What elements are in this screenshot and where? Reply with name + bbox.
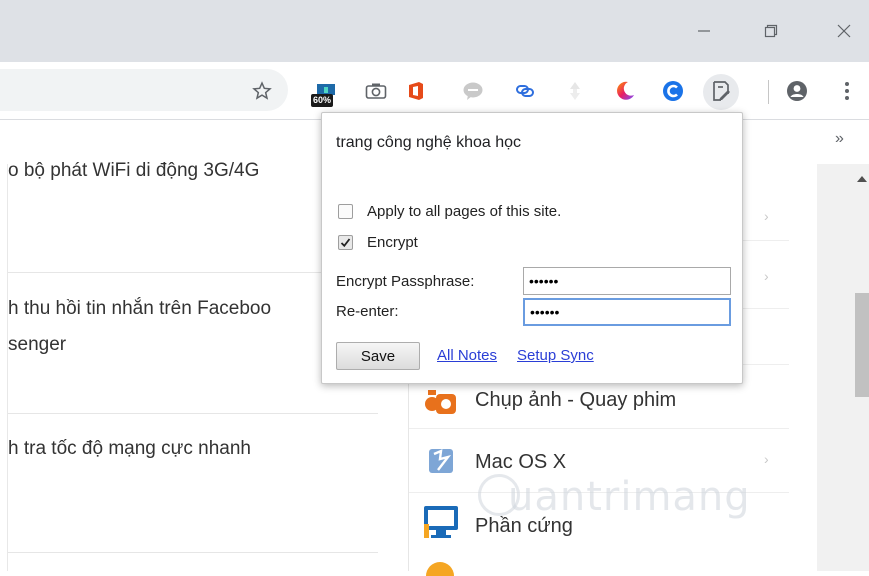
mac-os-icon bbox=[426, 446, 456, 481]
arrow-extension-button[interactable] bbox=[560, 76, 590, 106]
divider bbox=[409, 428, 789, 429]
chat-extension-button[interactable] bbox=[458, 76, 488, 106]
arrow-ext-icon bbox=[570, 82, 580, 100]
divider bbox=[8, 552, 378, 553]
save-button[interactable]: Save bbox=[336, 342, 420, 370]
category-item[interactable]: Mac OS X bbox=[475, 451, 566, 474]
close-button[interactable] bbox=[824, 14, 864, 48]
chevron-right-icon: › bbox=[764, 451, 769, 467]
chrome-menu-button[interactable] bbox=[832, 76, 862, 106]
title-bar bbox=[0, 0, 869, 62]
scroll-up-arrow[interactable] bbox=[857, 176, 867, 182]
divider bbox=[8, 413, 378, 414]
chevron-right-icon: › bbox=[764, 268, 769, 284]
notes-ext-icon bbox=[713, 81, 730, 101]
apply-all-label: Apply to all pages of this site. bbox=[367, 203, 562, 220]
camera-icon bbox=[365, 83, 387, 99]
c-ext-icon bbox=[663, 81, 683, 101]
c-extension-button[interactable] bbox=[658, 76, 688, 106]
article-link[interactable]: h tra tốc độ mạng cực nhanh bbox=[8, 438, 251, 460]
passphrase-label: Encrypt Passphrase: bbox=[336, 273, 475, 290]
apply-all-checkbox[interactable] bbox=[338, 204, 353, 219]
screenshot-extension-button[interactable] bbox=[361, 76, 391, 106]
reenter-label: Re-enter: bbox=[336, 303, 399, 320]
all-notes-link[interactable]: All Notes bbox=[437, 347, 497, 364]
checkmark-icon bbox=[340, 238, 351, 248]
account-icon bbox=[787, 81, 807, 101]
setup-sync-link[interactable]: Setup Sync bbox=[517, 347, 594, 364]
category-item[interactable]: Chụp ảnh - Quay phim bbox=[475, 389, 676, 412]
encrypt-checkbox[interactable] bbox=[338, 235, 353, 250]
minimize-icon bbox=[698, 30, 710, 32]
restore-icon bbox=[764, 24, 778, 38]
reenter-input[interactable] bbox=[523, 298, 731, 326]
camera-category-icon bbox=[424, 386, 458, 421]
chevron-right-icon: › bbox=[764, 208, 769, 224]
minimize-button[interactable] bbox=[684, 14, 724, 48]
link-ext-icon bbox=[516, 85, 534, 97]
scrollbar-thumb[interactable] bbox=[855, 293, 869, 397]
account-button[interactable] bbox=[782, 76, 812, 106]
office-icon bbox=[409, 82, 423, 100]
passphrase-input[interactable] bbox=[523, 267, 731, 295]
bookmarks-overflow-button[interactable]: » bbox=[835, 130, 844, 148]
link-extension-button[interactable] bbox=[510, 76, 540, 106]
bookmark-star-button[interactable] bbox=[247, 76, 277, 106]
article-link[interactable]: h thu hồi tin nhắn trên Faceboo bbox=[8, 298, 271, 320]
dark-mode-extension-button[interactable] bbox=[610, 76, 640, 106]
hardware-icon bbox=[422, 504, 460, 545]
notes-extension-button[interactable] bbox=[706, 76, 736, 106]
close-icon bbox=[837, 24, 851, 38]
address-bar[interactable] bbox=[0, 69, 288, 111]
menu-icon bbox=[845, 82, 849, 100]
extension-badge: 60% bbox=[311, 94, 334, 107]
article-link[interactable]: o bộ phát WiFi di động 3G/4G bbox=[8, 160, 259, 182]
chat-bubble-icon bbox=[463, 82, 483, 100]
note-title[interactable]: trang công nghệ khoa học bbox=[336, 134, 521, 152]
toolbar-separator bbox=[768, 80, 769, 104]
article-link[interactable]: senger bbox=[8, 334, 66, 356]
star-icon bbox=[252, 81, 272, 100]
encrypt-label: Encrypt bbox=[367, 234, 418, 251]
office-extension-button[interactable] bbox=[401, 76, 431, 106]
restore-button[interactable] bbox=[751, 14, 791, 48]
page-border bbox=[7, 164, 8, 571]
moon-icon bbox=[617, 81, 634, 100]
watermark: uantrimang bbox=[508, 474, 751, 520]
